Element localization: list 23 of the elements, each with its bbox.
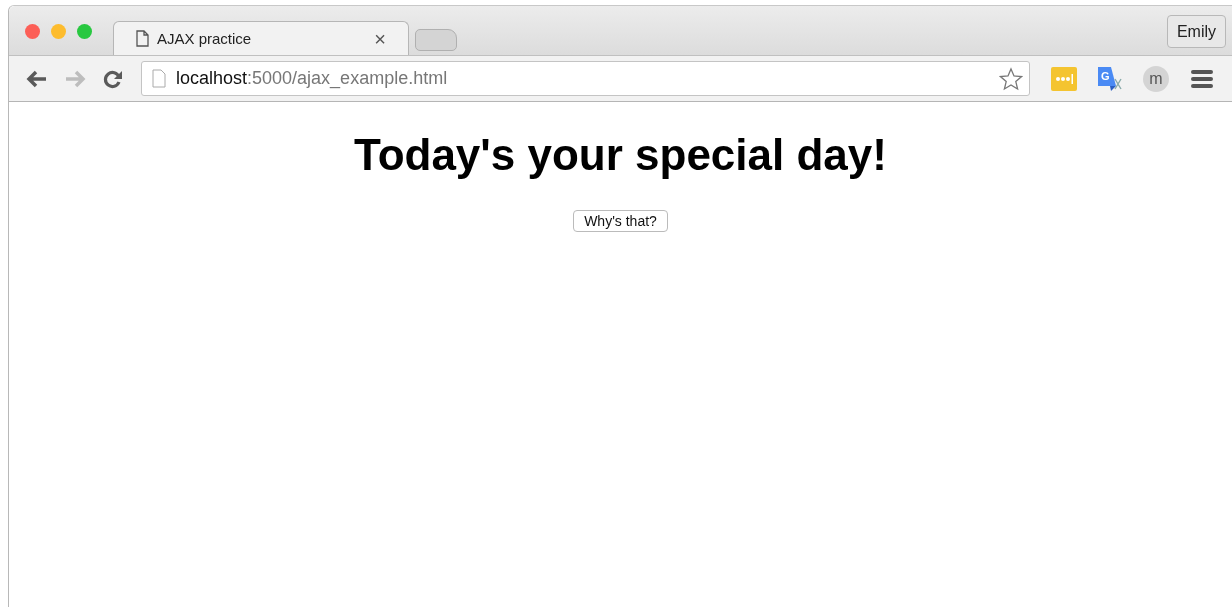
url-path: :5000/ajax_example.html [247, 68, 448, 88]
whys-that-button[interactable]: Why's that? [573, 210, 668, 232]
menu-icon [1191, 69, 1213, 88]
profile-button[interactable]: Emily [1166, 15, 1226, 48]
new-tab-button[interactable] [415, 29, 457, 51]
dots-icon [1051, 66, 1077, 91]
reload-icon [103, 68, 123, 89]
bookmark-star-icon[interactable] [999, 66, 1023, 91]
minimize-window-button[interactable] [51, 24, 66, 39]
tab-title: AJAX practice [157, 30, 253, 47]
page-icon [152, 69, 166, 88]
address-bar[interactable]: localhost:5000/ajax_example.html [141, 61, 1030, 96]
url-host: localhost [176, 68, 248, 88]
avatar-extension-button[interactable]: m [1136, 62, 1176, 95]
page-heading: Today's your special day! [354, 130, 887, 180]
browser-tab[interactable]: AJAX practice × [113, 21, 409, 55]
document-icon [136, 30, 149, 47]
avatar-icon: m [1143, 65, 1169, 92]
zoom-window-button[interactable] [77, 24, 92, 39]
tab-close-button[interactable]: × [374, 28, 386, 49]
back-arrow-icon [26, 69, 48, 88]
close-window-button[interactable] [25, 24, 40, 39]
forward-arrow-icon [64, 69, 86, 88]
